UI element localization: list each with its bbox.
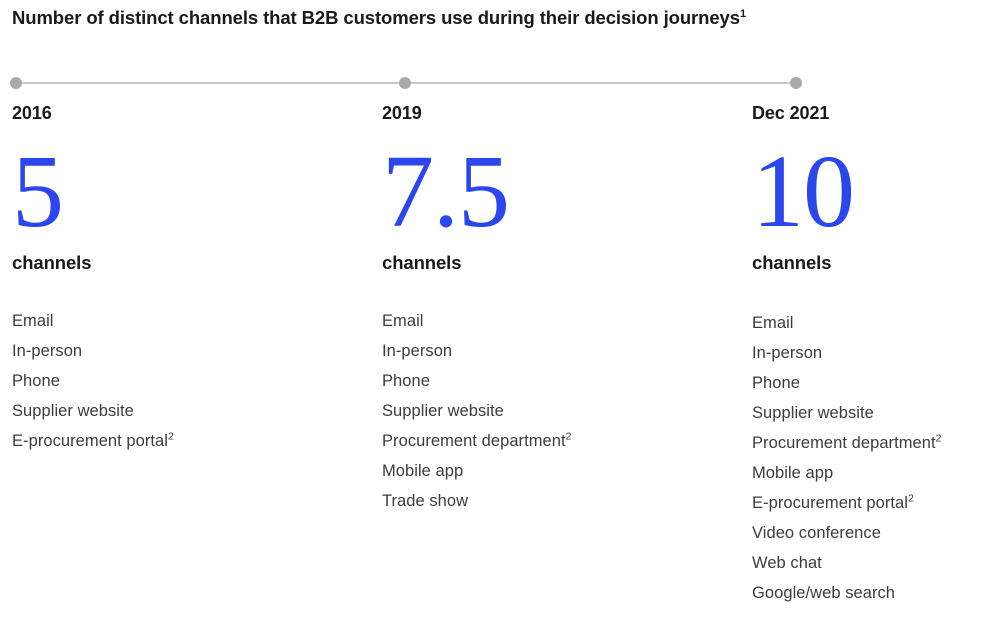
- big-number-container: 7.5: [382, 126, 732, 244]
- channel-label: Email: [382, 312, 424, 330]
- period-column-2016: 2016 5 channels Email In-person Phone Suppl…: [12, 100, 362, 456]
- channel-list-item: Supplier website: [382, 396, 732, 426]
- channel-label: Procurement department: [382, 432, 566, 450]
- channel-count-unit: channels: [12, 252, 92, 273]
- period-column-2019: 2019 7.5 channels Email In-person Phone Sup…: [382, 100, 732, 516]
- channel-label: Video conference: [752, 524, 881, 542]
- channel-list-item: Mobile app: [752, 458, 992, 488]
- channel-label: Phone: [382, 372, 430, 390]
- channel-list-item: Phone: [382, 366, 732, 396]
- channel-list-item: Web chat: [752, 548, 992, 578]
- channel-count-value: 5: [12, 134, 64, 249]
- channel-list-item: In-person: [382, 336, 732, 366]
- channel-list-item: Phone: [752, 368, 992, 398]
- channel-footnote-marker: 2: [935, 432, 942, 445]
- channel-label: In-person: [12, 342, 83, 360]
- channel-label: Phone: [752, 374, 800, 392]
- channel-label: Email: [12, 312, 54, 330]
- channel-label: E-procurement portal: [12, 432, 168, 450]
- period-column-dec-2021: Dec 2021 10 channels Email In-person Phone…: [752, 100, 992, 608]
- channel-list-item: Supplier website: [752, 398, 992, 428]
- big-number-container: 5: [12, 126, 362, 244]
- channel-footnote-marker: 2: [908, 492, 914, 505]
- title-footnote-marker: 1: [739, 7, 746, 20]
- timeline: [0, 66, 1000, 100]
- channel-footnote-marker: 2: [168, 430, 174, 443]
- channel-list-item: Supplier website: [12, 396, 362, 426]
- channel-list: Email In-person Phone Supplier website Procu…: [382, 306, 732, 516]
- channel-label: Web chat: [752, 554, 822, 572]
- timeline-dot-2016: [10, 77, 22, 89]
- channel-label: Mobile app: [752, 464, 834, 482]
- channel-count-value: 10: [752, 134, 855, 249]
- channel-label: Procurement department: [752, 434, 936, 452]
- channel-count-value: 7.5: [382, 134, 510, 249]
- channel-label: Google/web search: [752, 584, 896, 602]
- channel-label: Phone: [12, 372, 60, 390]
- channel-count-unit: channels: [382, 252, 462, 273]
- channel-label: In-person: [382, 342, 453, 360]
- period-label: 2019: [382, 103, 422, 123]
- channel-list-item: Email: [12, 306, 362, 336]
- channel-footnote-marker: 2: [565, 430, 572, 443]
- channel-list-item: Video conference: [752, 518, 992, 548]
- big-number-container: 10: [752, 126, 992, 244]
- channel-list: Email In-person Phone Supplier website Procu…: [752, 308, 992, 608]
- channel-list-item: Trade show: [382, 486, 732, 516]
- channel-list-item: In-person: [12, 336, 362, 366]
- channel-list-item: In-person: [752, 338, 992, 368]
- channel-label: Supplier website: [12, 402, 134, 420]
- channel-list-item: Phone: [12, 366, 362, 396]
- period-label: 2016: [12, 103, 52, 123]
- channel-list: Email In-person Phone Supplier website E-pro…: [12, 306, 362, 456]
- channel-list-item: E-procurement portal2: [12, 426, 362, 456]
- channel-list-item: Procurement department2: [752, 428, 992, 458]
- timeline-dot-dec-2021: [790, 77, 802, 89]
- channel-label: Trade show: [382, 492, 469, 510]
- channel-list-item: E-procurement portal2: [752, 488, 992, 518]
- period-label: Dec 2021: [752, 103, 830, 123]
- channel-list-item: Mobile app: [382, 456, 732, 486]
- channel-list-item: Google/web search: [752, 578, 992, 608]
- channel-label: Mobile app: [382, 462, 464, 480]
- channel-label: E-procurement portal: [752, 494, 908, 512]
- page-title-text: Number of distinct channels that B2B cus…: [12, 7, 740, 28]
- page-title: Number of distinct channels that B2B cus…: [12, 6, 972, 30]
- channel-label: Email: [752, 314, 794, 332]
- channel-list-item: Email: [382, 306, 732, 336]
- channel-label: In-person: [752, 344, 823, 362]
- channel-list-item: Procurement department2: [382, 426, 732, 456]
- channel-label: Supplier website: [382, 402, 504, 420]
- channel-list-item: Email: [752, 308, 992, 338]
- channel-count-unit: channels: [752, 252, 832, 273]
- timeline-dot-2019: [399, 77, 411, 89]
- channel-label: Supplier website: [752, 404, 874, 422]
